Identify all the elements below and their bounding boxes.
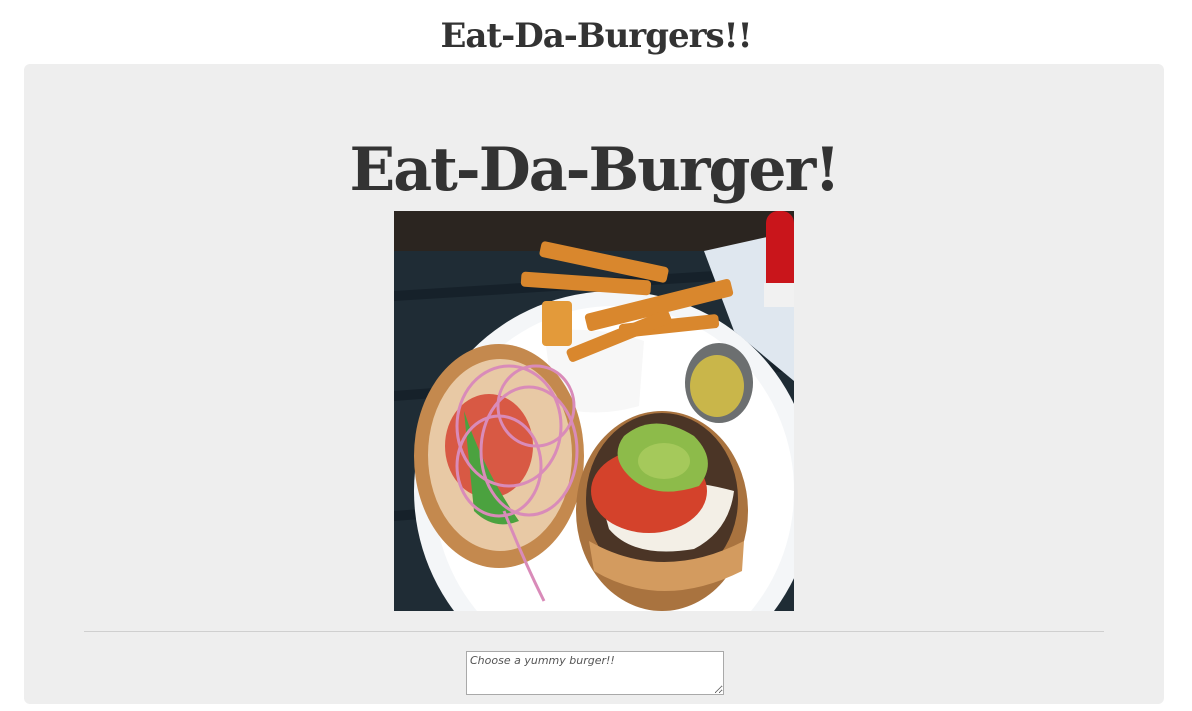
site-header: Eat-Da-Burgers!! xyxy=(0,0,1192,64)
burger-form xyxy=(466,651,726,711)
burger-illustration xyxy=(394,211,794,611)
site-title: Eat-Da-Burgers!! xyxy=(440,16,752,56)
burger-name-input[interactable] xyxy=(466,651,724,695)
burger-plate-photo xyxy=(394,211,794,611)
divider xyxy=(84,631,1104,632)
jumbotron: Eat-Da-Burger! xyxy=(24,64,1164,704)
hero-title: Eat-Da-Burger! xyxy=(349,135,840,205)
